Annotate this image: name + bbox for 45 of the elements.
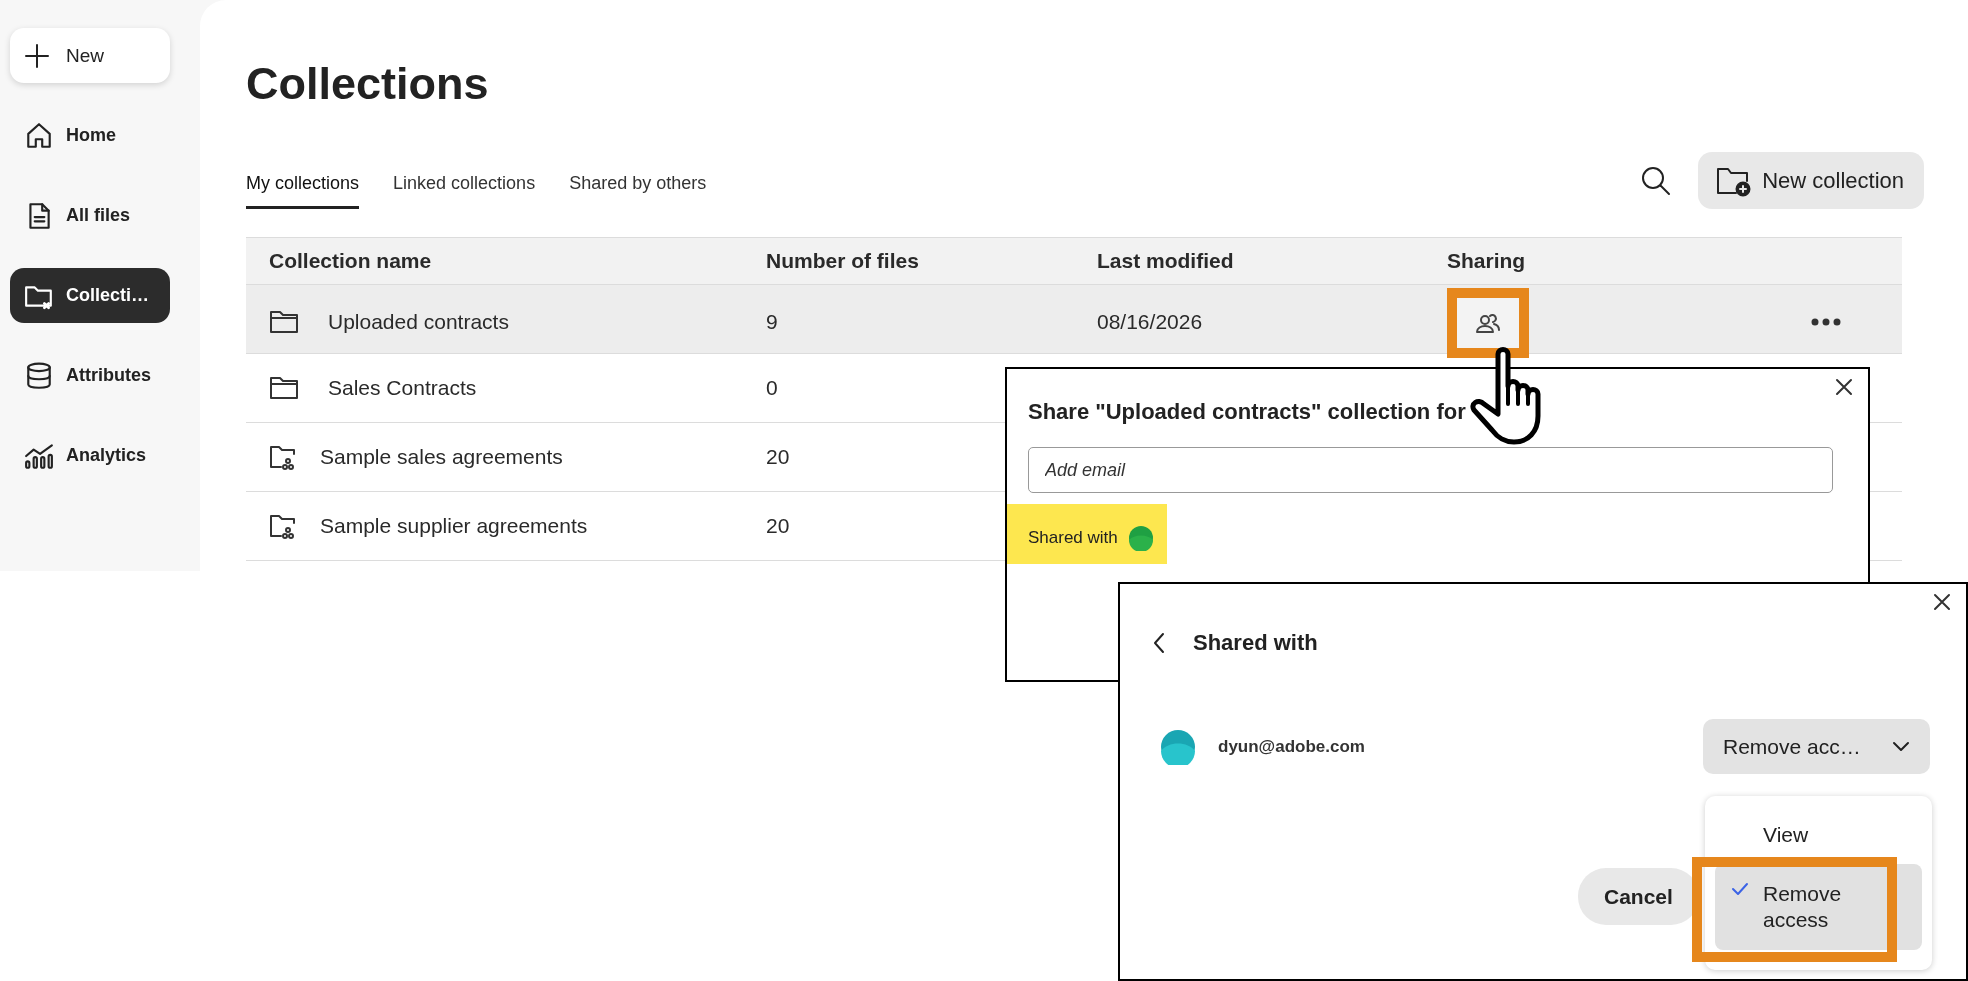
collection-name[interactable]: Sales Contracts xyxy=(328,376,477,400)
avatar-icon xyxy=(1127,525,1154,551)
back-icon[interactable] xyxy=(1152,632,1166,654)
new-button[interactable]: New xyxy=(10,28,170,83)
database-icon xyxy=(24,360,54,391)
dialog-title: Share "Uploaded contracts" collection for xyxy=(1028,399,1467,425)
sidebar-item[interactable]: Home xyxy=(10,108,170,163)
shared-with-label[interactable]: Shared with xyxy=(1028,528,1118,548)
access-dropdown[interactable]: Remove acc… xyxy=(1703,719,1930,774)
column-header: Collection name xyxy=(268,249,433,273)
tab[interactable]: My collections xyxy=(246,173,360,209)
file-count: 9 xyxy=(766,309,778,334)
file-count: 0 xyxy=(766,376,778,400)
column-header: Last modified xyxy=(1097,249,1235,273)
tab[interactable]: Shared by others xyxy=(569,173,707,209)
dialog-title: Shared with xyxy=(1193,630,1318,656)
search-icon[interactable] xyxy=(1640,164,1673,197)
sidebar-item[interactable]: Collecti… xyxy=(10,268,170,323)
close-icon xyxy=(1932,592,1952,612)
menu-item[interactable]: View xyxy=(1715,806,1922,864)
more-icon xyxy=(1811,317,1841,326)
file-count: 20 xyxy=(766,445,790,469)
sidebar-item[interactable]: Attributes xyxy=(10,348,170,403)
sidebar-item[interactable]: All files xyxy=(10,188,170,243)
folder-icon xyxy=(268,374,300,402)
new-collection-button[interactable]: New collection xyxy=(1698,152,1924,209)
tab[interactable]: Linked collections xyxy=(393,173,536,209)
people-icon[interactable] xyxy=(1475,311,1501,335)
sidebar-item[interactable]: Analytics xyxy=(10,428,170,483)
collection-name[interactable]: Uploaded contracts xyxy=(328,309,509,334)
checkmark-icon xyxy=(1731,882,1749,896)
page-title: Collections xyxy=(246,57,490,111)
column-header: Sharing xyxy=(1447,249,1527,273)
menu-item[interactable]: Remove access xyxy=(1715,864,1922,950)
person-email: dyun@adobe.com xyxy=(1218,736,1366,757)
column-header: Number of files xyxy=(766,249,920,273)
avatar-icon xyxy=(1160,728,1196,765)
plus-icon xyxy=(24,42,50,69)
file-count: 20 xyxy=(766,514,790,538)
chevron-down-icon xyxy=(1892,740,1910,753)
collection-name[interactable]: Sample sales agreements xyxy=(320,445,563,469)
home-icon xyxy=(24,120,54,151)
collection-name[interactable]: Sample supplier agreements xyxy=(320,514,588,538)
modified-date: 08/16/2026 xyxy=(1097,309,1203,334)
close-icon xyxy=(1834,377,1854,397)
